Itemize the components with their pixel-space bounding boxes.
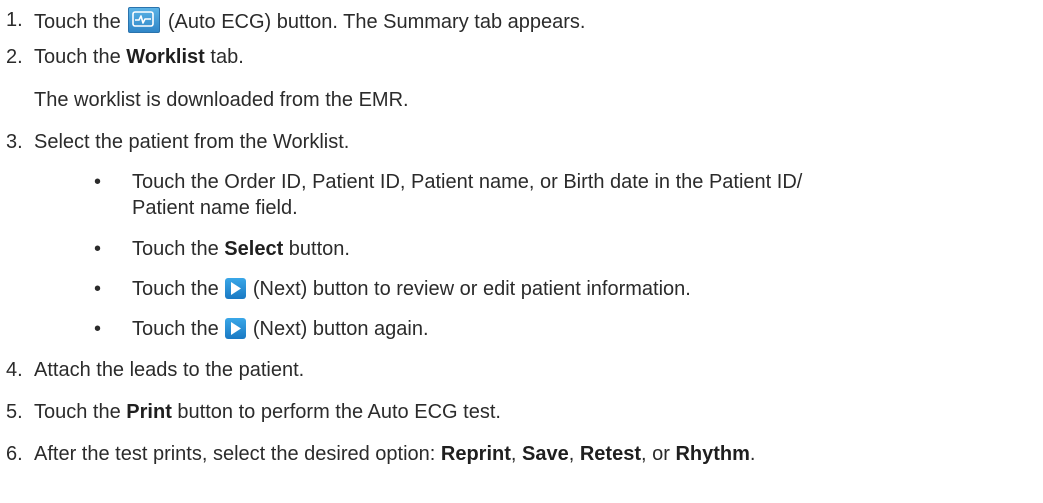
option-save: Save xyxy=(522,443,569,465)
instruction-document: 1. Touch the (Auto ECG) button. The Summ… xyxy=(0,0,1043,503)
step-number: 1. xyxy=(6,9,23,31)
separator: , xyxy=(568,443,575,465)
auto-ecg-icon xyxy=(128,7,161,33)
option-rhythm: Rhythm xyxy=(675,443,750,465)
bullet-marker: • xyxy=(94,318,102,340)
print-button-label: Print xyxy=(126,401,172,423)
bullet-text: Touch the xyxy=(132,238,219,260)
bullet-text: Patient name field. xyxy=(132,197,298,219)
step-text: Touch the xyxy=(34,401,121,423)
option-reprint: Reprint xyxy=(440,443,511,465)
bullet-text: Touch the xyxy=(132,318,219,340)
step-text: tab. xyxy=(210,46,244,68)
step-text: (Auto ECG) button. The Summary tab appea… xyxy=(167,11,586,33)
next-icon xyxy=(225,318,247,339)
step-number: 6. xyxy=(6,443,23,465)
step-number: 3. xyxy=(6,131,23,153)
sentence-end: . xyxy=(749,443,756,465)
step-text: Attach the leads to the patient. xyxy=(34,359,305,381)
step-text: Select the patient from the Worklist. xyxy=(34,131,350,153)
step-number: 4. xyxy=(6,359,23,381)
bullet-text: Touch the Order ID, Patient ID, Patient … xyxy=(132,171,803,193)
option-retest: Retest xyxy=(579,443,641,465)
step-text: After the test prints, select the desire… xyxy=(34,443,436,465)
step-number: 5. xyxy=(6,401,23,423)
separator: , or xyxy=(641,443,670,465)
bullet-marker: • xyxy=(94,171,102,193)
next-icon xyxy=(225,278,247,299)
separator: , xyxy=(510,443,517,465)
select-button-label: Select xyxy=(224,238,284,260)
step-number: 2. xyxy=(6,46,23,68)
step-text: Touch the xyxy=(34,46,121,68)
step-note: The worklist is downloaded from the EMR. xyxy=(34,89,409,111)
worklist-tab-label: Worklist xyxy=(126,46,205,68)
step-text: Touch the xyxy=(34,11,121,33)
bullet-text: button. xyxy=(288,238,350,260)
step-text: button to perform the Auto ECG test. xyxy=(177,401,501,423)
bullet-marker: • xyxy=(94,238,102,260)
bullet-marker: • xyxy=(94,278,102,300)
bullet-text: (Next) button to review or edit patient … xyxy=(252,278,691,300)
bullet-text: (Next) button again. xyxy=(252,318,429,340)
bullet-text: Touch the xyxy=(132,278,219,300)
